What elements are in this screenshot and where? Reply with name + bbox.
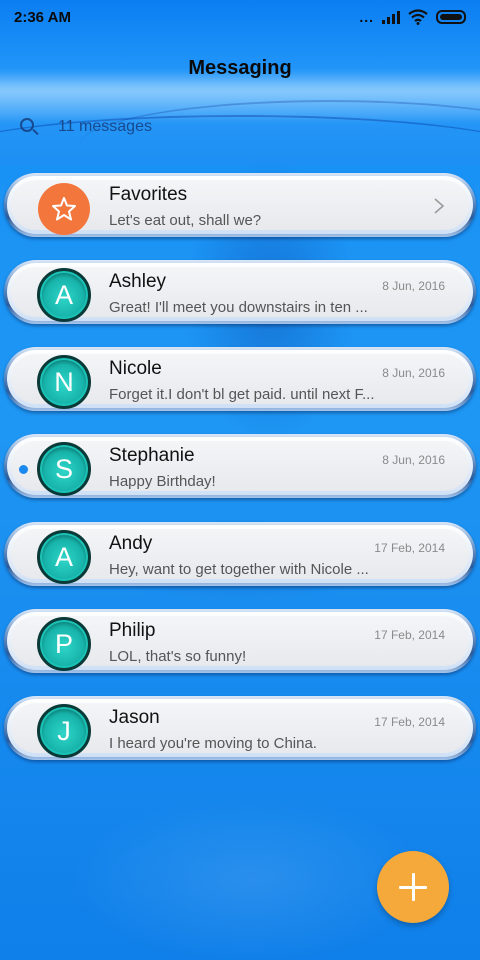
avatar: A — [37, 530, 91, 584]
unread-indicator — [19, 465, 28, 474]
message-snippet: I heard you're moving to China. — [109, 735, 317, 752]
contact-name: Andy — [109, 533, 153, 554]
search-icon[interactable] — [18, 116, 40, 138]
search-bar[interactable]: 11 messages — [18, 112, 458, 142]
message-date: 8 Jun, 2016 — [382, 453, 445, 467]
list-item-ashley[interactable]: A Ashley Great! I'll meet you downstairs… — [4, 260, 476, 324]
message-snippet: Let's eat out, shall we? — [109, 212, 262, 229]
message-date: 17 Feb, 2014 — [374, 715, 445, 729]
avatar: S — [37, 442, 91, 496]
message-date: 8 Jun, 2016 — [382, 366, 445, 380]
contact-name: Ashley — [109, 271, 167, 292]
avatar — [38, 183, 90, 235]
message-snippet: LOL, that's so funny! — [109, 648, 247, 665]
page-title: Messaging — [188, 57, 292, 79]
avatar: P — [37, 617, 91, 671]
avatar: J — [37, 704, 91, 758]
message-snippet: Happy Birthday! — [109, 473, 216, 490]
signal-icon — [382, 10, 400, 24]
contact-name: Jason — [109, 707, 160, 728]
status-bar: 2:36 AM ... — [0, 0, 480, 34]
message-snippet: Forget it.I don't bl get paid. until nex… — [109, 386, 375, 403]
message-snippet: Great! I'll meet you downstairs in ten .… — [109, 299, 368, 316]
wifi-icon — [408, 9, 428, 25]
list-item-nicole[interactable]: N Nicole Forget it.I don't bl get paid. … — [4, 347, 476, 411]
contact-name: Favorites — [109, 184, 188, 205]
message-date: 17 Feb, 2014 — [374, 541, 445, 555]
list-item-favorites[interactable]: Favorites Let's eat out, shall we? — [4, 173, 476, 237]
status-icons: ... — [359, 9, 466, 25]
chevron-right-icon — [434, 198, 445, 214]
star-icon — [52, 197, 76, 221]
avatar: A — [37, 268, 91, 322]
battery-icon — [436, 10, 466, 24]
message-date: 17 Feb, 2014 — [374, 628, 445, 642]
list-item-andy[interactable]: A Andy Hey, want to get together with Ni… — [4, 522, 476, 586]
status-time: 2:36 AM — [14, 8, 71, 26]
contact-name: Philip — [109, 620, 156, 641]
search-placeholder[interactable]: 11 messages — [58, 118, 152, 136]
avatar: N — [37, 355, 91, 409]
notification-dots-icon: ... — [359, 9, 374, 25]
new-message-button[interactable] — [377, 851, 449, 923]
plus-icon — [398, 872, 428, 902]
list-item-jason[interactable]: J Jason I heard you're moving to China. … — [4, 696, 476, 760]
message-date: 8 Jun, 2016 — [382, 279, 445, 293]
list-item-philip[interactable]: P Philip LOL, that's so funny! 17 Feb, 2… — [4, 609, 476, 673]
list-item-stephanie[interactable]: S Stephanie Happy Birthday! 8 Jun, 2016 — [4, 434, 476, 498]
message-snippet: Hey, want to get together with Nicole ..… — [109, 561, 369, 578]
contact-name: Stephanie — [109, 445, 195, 466]
app-header: 2:36 AM ... Messaging 11 messages — [0, 0, 480, 165]
contact-name: Nicole — [109, 358, 162, 379]
